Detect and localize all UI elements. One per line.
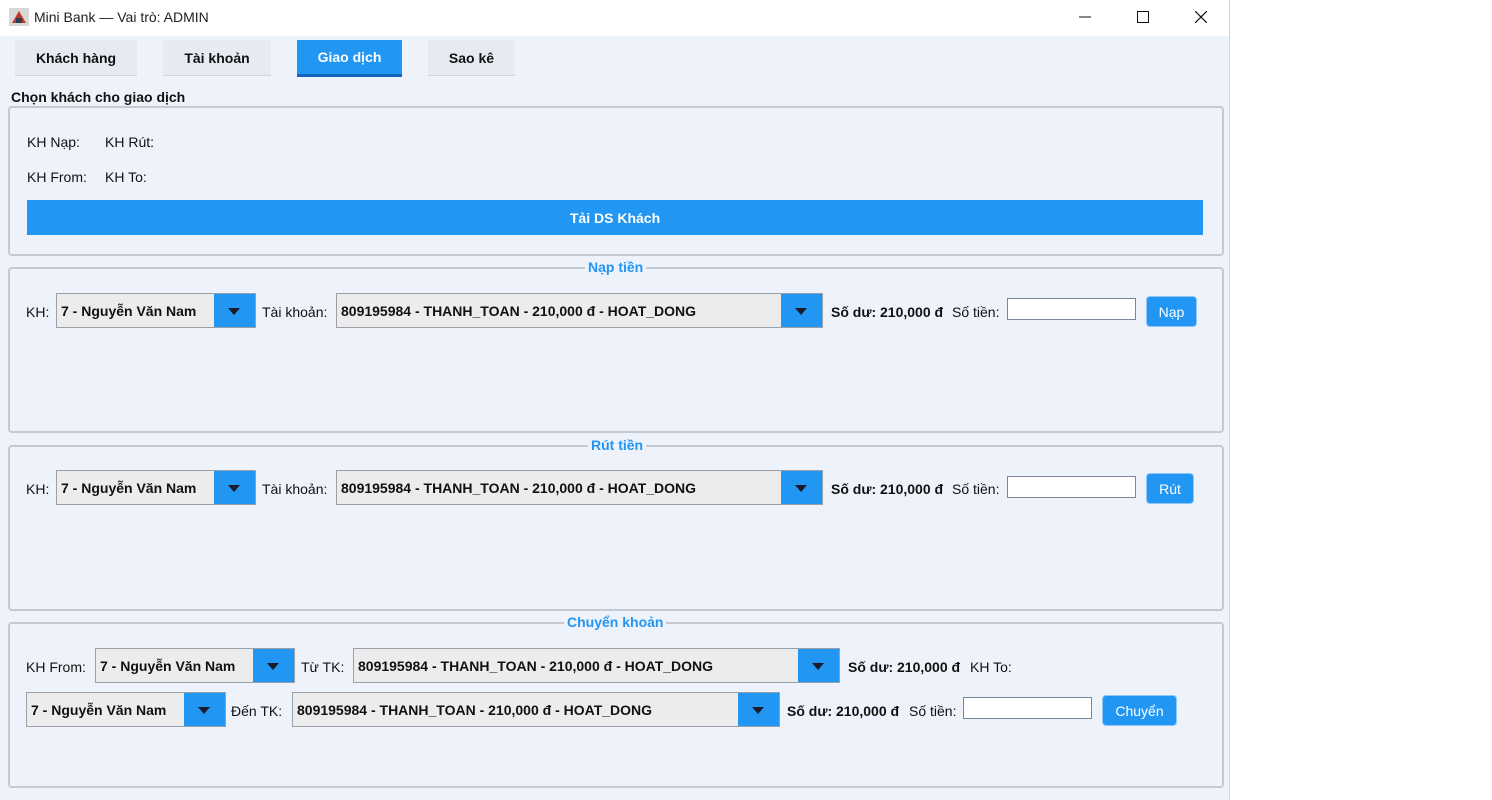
kh-to-label: KH To: — [105, 169, 147, 185]
transfer-to-customer-select[interactable]: 7 - Nguyễn Văn Nam — [26, 692, 226, 727]
window-title: Mini Bank — Vai trò: ADMIN — [34, 9, 209, 25]
deposit-account-value: 809195984 - THANH_TOAN - 210,000 đ - HOA… — [341, 303, 697, 319]
transfer-button[interactable]: Chuyển — [1102, 695, 1177, 726]
deposit-customer-value: 7 - Nguyễn Văn Nam — [61, 303, 197, 319]
chevron-down-icon[interactable] — [214, 294, 255, 327]
transfer-from-label: KH From: — [26, 659, 86, 675]
transfer-title: Chuyển khoản — [564, 614, 667, 630]
transfer-to-account-select[interactable]: 809195984 - THANH_TOAN - 210,000 đ - HOA… — [292, 692, 780, 727]
withdraw-account-select[interactable]: 809195984 - THANH_TOAN - 210,000 đ - HOA… — [336, 470, 823, 505]
tab-giao-dich[interactable]: Giao dịch — [297, 40, 402, 77]
load-customers-button[interactable]: Tải DS Khách — [27, 200, 1203, 235]
withdraw-account-value: 809195984 - THANH_TOAN - 210,000 đ - HOA… — [341, 480, 697, 496]
deposit-panel: Nạp tiền — [8, 259, 1224, 433]
transfer-amount-input[interactable] — [963, 697, 1092, 719]
withdraw-amount-input[interactable] — [1007, 476, 1136, 498]
withdraw-customer-value: 7 - Nguyễn Văn Nam — [61, 480, 197, 496]
withdraw-title: Rút tiền — [588, 437, 647, 453]
chevron-down-icon[interactable] — [781, 471, 822, 504]
deposit-kh-label: KH: — [26, 304, 50, 320]
java-app-icon — [9, 8, 29, 26]
transfer-from-balance: Số dư: 210,000 đ — [848, 659, 961, 675]
kh-from-label: KH From: — [27, 169, 87, 185]
deposit-button[interactable]: Nạp — [1146, 296, 1197, 327]
minimize-button[interactable] — [1056, 0, 1114, 34]
transfer-amount-label: Số tiền: — [909, 703, 957, 719]
transfer-from-customer-value: 7 - Nguyễn Văn Nam — [100, 658, 236, 674]
transfer-to-label: KH To: — [970, 659, 1012, 675]
close-button[interactable] — [1172, 0, 1230, 34]
tab-sao-ke[interactable]: Sao kê — [428, 40, 515, 76]
kh-nap-label: KH Nạp: — [27, 134, 80, 150]
deposit-amount-input[interactable] — [1007, 298, 1136, 320]
kh-rut-label: KH Rút: — [105, 134, 155, 150]
chooser-heading: Chọn khách cho giao dịch — [11, 89, 186, 105]
transfer-to-customer-value: 7 - Nguyễn Văn Nam — [31, 702, 167, 718]
transfer-to-account-label: Đến TK: — [231, 703, 283, 719]
transfer-to-balance: Số dư: 210,000 đ — [787, 703, 900, 719]
deposit-account-label: Tài khoản: — [262, 304, 328, 320]
withdraw-account-label: Tài khoản: — [262, 481, 328, 497]
chevron-down-icon[interactable] — [184, 693, 225, 726]
title-bar: Mini Bank — Vai trò: ADMIN — [0, 0, 1229, 36]
deposit-balance: Số dư: 210,000 đ — [831, 304, 944, 320]
chevron-down-icon[interactable] — [738, 693, 779, 726]
minimize-icon — [1079, 16, 1091, 18]
withdraw-kh-label: KH: — [26, 481, 50, 497]
chevron-down-icon[interactable] — [798, 649, 839, 682]
app-window: Mini Bank — Vai trò: ADMIN Khách hàng Tà… — [0, 0, 1230, 800]
chevron-down-icon[interactable] — [253, 649, 294, 682]
chevron-down-icon[interactable] — [214, 471, 255, 504]
transfer-from-customer-select[interactable]: 7 - Nguyễn Văn Nam — [95, 648, 295, 683]
transfer-from-account-value: 809195984 - THANH_TOAN - 210,000 đ - HOA… — [358, 658, 714, 674]
close-icon — [1195, 11, 1207, 23]
withdraw-balance: Số dư: 210,000 đ — [831, 481, 944, 497]
deposit-account-select[interactable]: 809195984 - THANH_TOAN - 210,000 đ - HOA… — [336, 293, 823, 328]
chevron-down-icon[interactable] — [781, 294, 822, 327]
deposit-customer-select[interactable]: 7 - Nguyễn Văn Nam — [56, 293, 256, 328]
tab-khach-hang[interactable]: Khách hàng — [15, 40, 137, 76]
tab-tai-khoan[interactable]: Tài khoản — [163, 40, 271, 76]
withdraw-button[interactable]: Rút — [1146, 473, 1194, 504]
maximize-icon — [1137, 11, 1149, 23]
deposit-amount-label: Số tiền: — [952, 304, 1000, 320]
transfer-to-account-value: 809195984 - THANH_TOAN - 210,000 đ - HOA… — [297, 702, 653, 718]
deposit-title: Nạp tiền — [585, 259, 647, 275]
maximize-button[interactable] — [1114, 0, 1172, 34]
transfer-from-account-label: Từ TK: — [301, 659, 345, 675]
transfer-from-account-select[interactable]: 809195984 - THANH_TOAN - 210,000 đ - HOA… — [353, 648, 840, 683]
withdraw-amount-label: Số tiền: — [952, 481, 1000, 497]
withdraw-customer-select[interactable]: 7 - Nguyễn Văn Nam — [56, 470, 256, 505]
